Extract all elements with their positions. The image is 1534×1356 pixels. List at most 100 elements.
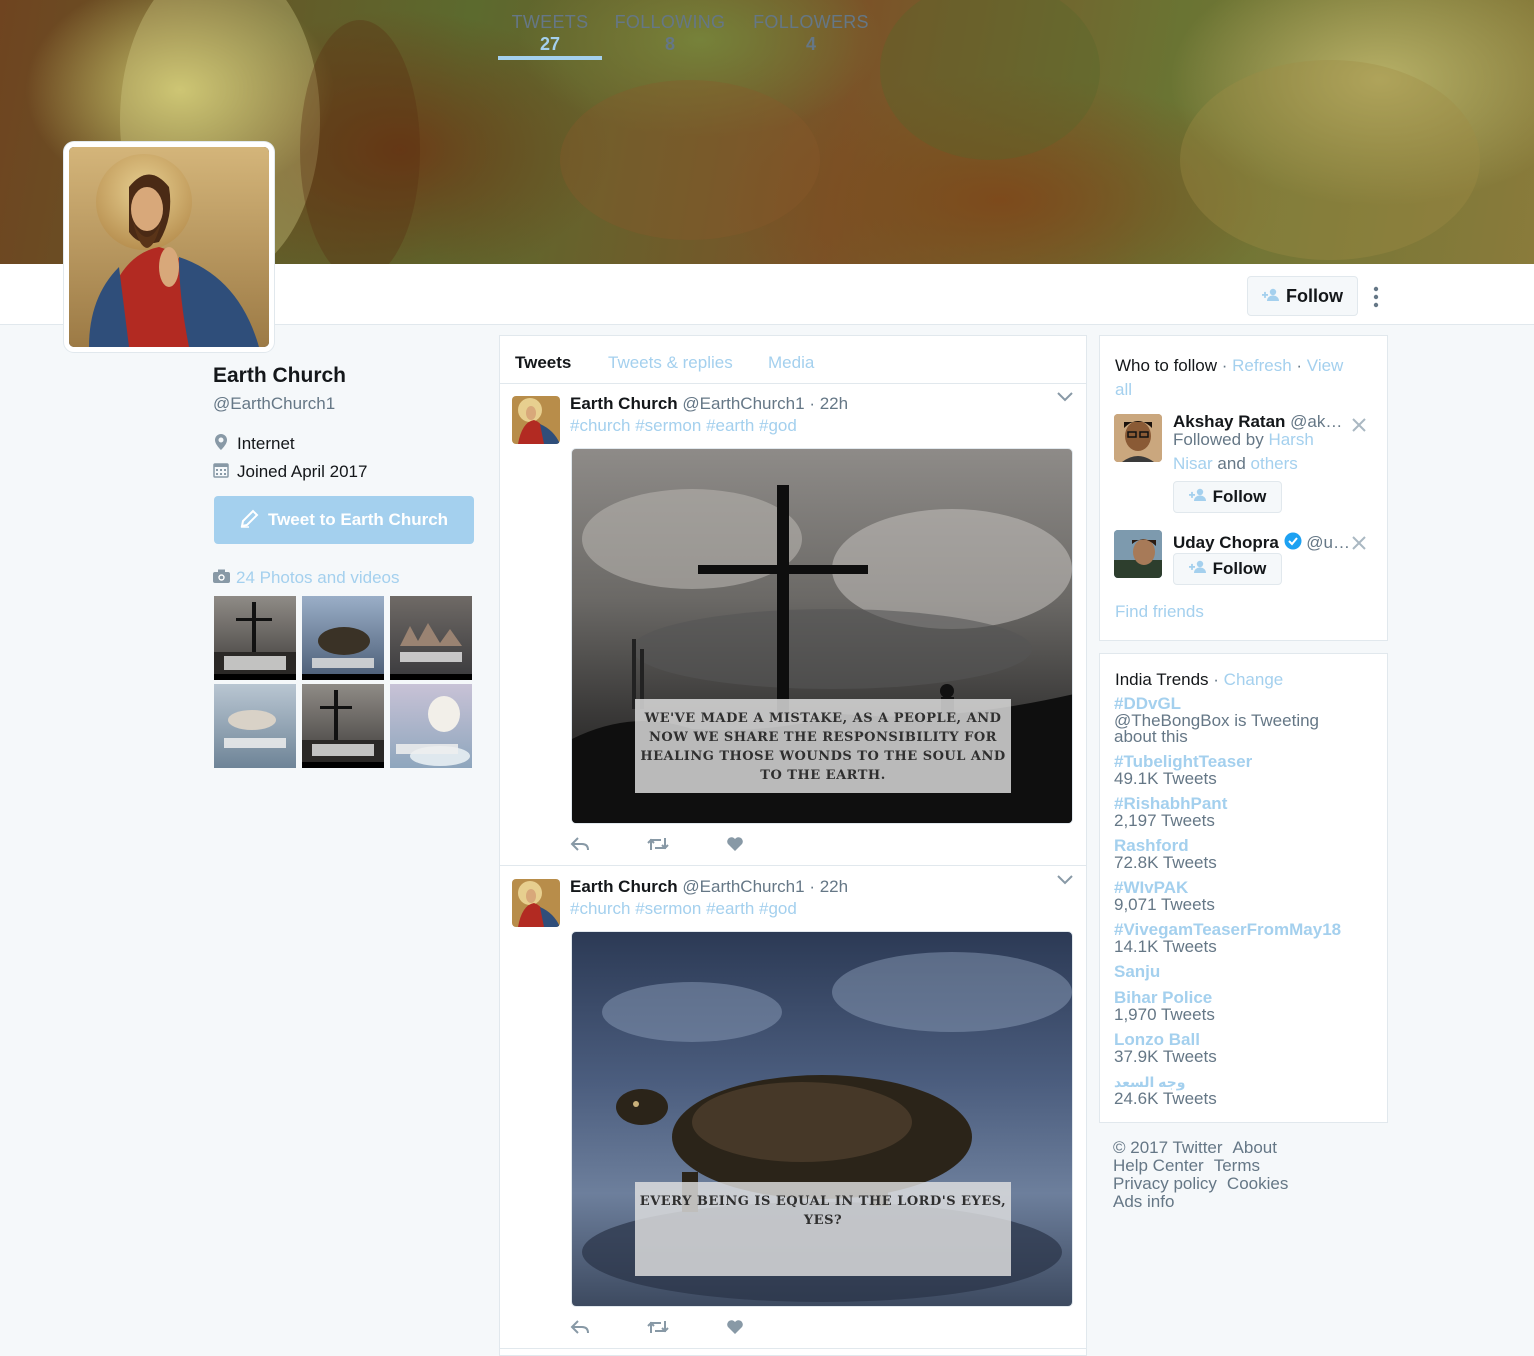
reply-icon[interactable] <box>570 1319 590 1340</box>
tab-tweets-replies[interactable]: Tweets & replies <box>608 353 733 373</box>
nav-followers-count: 4 <box>805 34 816 54</box>
tweet-author-name[interactable]: Earth Church <box>570 394 678 413</box>
suggested-user-handle[interactable]: @u… <box>1306 533 1350 552</box>
tweet-timestamp[interactable]: · 22h <box>809 394 848 413</box>
trend-name[interactable]: Sanju <box>1114 963 1374 981</box>
photo-thumbnail[interactable] <box>390 596 472 680</box>
refresh-link[interactable]: Refresh <box>1232 356 1292 375</box>
location-pin-icon <box>213 434 229 454</box>
footer-ads-link[interactable]: Ads info <box>1113 1192 1174 1211</box>
profile-avatar[interactable] <box>64 142 274 352</box>
photo-thumbnail[interactable] <box>302 596 384 680</box>
trend-item[interactable]: #DDvGL @TheBongBox is Tweeting about thi… <box>1114 695 1374 746</box>
trend-count: 37.9K Tweets <box>1114 1047 1217 1066</box>
footer-about-link[interactable]: About <box>1233 1138 1277 1157</box>
profile-joined: Joined April 2017 <box>213 462 367 482</box>
tweet-hashtags[interactable]: #church #sermon #earth #god <box>570 899 797 919</box>
tab-media[interactable]: Media <box>768 353 814 373</box>
chevron-down-icon[interactable] <box>1056 390 1074 408</box>
tweet-header: Earth Church @EarthChurch1 · 22h <box>570 394 848 414</box>
calendar-icon <box>213 462 229 482</box>
suggested-follow-label: Follow <box>1212 487 1267 506</box>
nav-following[interactable]: FOLLOWING 8 <box>612 12 728 60</box>
trend-context: @TheBongBox is Tweeting about this <box>1114 711 1320 746</box>
tweet-item[interactable]: Earth Church @EarthChurch1 · 22h #church… <box>500 867 1086 1349</box>
tweet-author-handle[interactable]: @EarthChurch1 <box>682 877 804 896</box>
camera-icon <box>213 568 230 588</box>
nav-followers-label: FOLLOWERS <box>753 12 869 32</box>
close-icon[interactable] <box>1352 416 1366 437</box>
tweet-timestamp[interactable]: · 22h <box>809 877 848 896</box>
header-separator: · <box>1208 670 1224 689</box>
who-to-follow-title: Who to follow <box>1115 356 1218 375</box>
trend-item[interactable]: Rashford 72.8K Tweets <box>1114 837 1374 872</box>
footer-help-link[interactable]: Help Center <box>1113 1156 1204 1175</box>
chevron-down-icon[interactable] <box>1056 873 1074 891</box>
trends-card: India Trends · Change #DDvGL @TheBongBox… <box>1099 653 1388 1123</box>
tweet-author-handle[interactable]: @EarthChurch1 <box>682 394 804 413</box>
photo-thumbnail[interactable] <box>390 684 472 768</box>
tweet-author-name[interactable]: Earth Church <box>570 877 678 896</box>
footer-cookies-link[interactable]: Cookies <box>1227 1174 1288 1193</box>
suggested-user-avatar[interactable] <box>1114 530 1162 578</box>
follow-button-label: Follow <box>1286 285 1343 306</box>
verified-badge-icon <box>1284 532 1302 552</box>
photos-videos-link[interactable]: 24 Photos and videos <box>213 568 400 588</box>
trend-item[interactable]: Bihar Police 1,970 Tweets <box>1114 989 1374 1024</box>
add-user-icon <box>1188 559 1207 579</box>
tweet-item[interactable]: Earth Church @EarthChurch1 · 22h #church… <box>500 384 1086 866</box>
tweet-hashtags[interactable]: #church #sermon #earth #god <box>570 416 797 436</box>
more-options-icon[interactable] <box>1368 286 1384 312</box>
followed-by-label: Followed by <box>1173 430 1264 449</box>
nav-tweets-count: 27 <box>539 34 561 54</box>
heart-icon[interactable] <box>726 836 744 857</box>
trend-item[interactable]: #TubelightTeaser 49.1K Tweets <box>1114 753 1374 788</box>
find-friends-link[interactable]: Find friends <box>1115 602 1204 622</box>
trend-item[interactable]: وجه السعد 24.6K Tweets <box>1114 1073 1374 1107</box>
close-icon[interactable] <box>1352 534 1366 555</box>
tweet-to-button[interactable]: Tweet to Earth Church <box>214 496 474 544</box>
photo-thumbnail[interactable] <box>214 684 296 768</box>
photo-thumbnail[interactable] <box>302 684 384 768</box>
trend-item[interactable]: #RishabhPant 2,197 Tweets <box>1114 795 1374 830</box>
tweet-image[interactable]: EVERY BEING IS EQUAL IN THE LORD'S EYES,… <box>571 931 1073 1307</box>
tweet-avatar[interactable] <box>512 396 560 444</box>
retweet-icon[interactable] <box>646 1319 670 1340</box>
nav-tweets[interactable]: TWEETS 27 <box>498 12 602 60</box>
trend-count: 72.8K Tweets <box>1114 853 1217 872</box>
trend-item[interactable]: Lonzo Ball 37.9K Tweets <box>1114 1031 1374 1066</box>
footer-terms-link[interactable]: Terms <box>1214 1156 1260 1175</box>
retweet-icon[interactable] <box>646 836 670 857</box>
trend-item[interactable]: Sanju <box>1114 963 1374 981</box>
suggested-user-avatar[interactable] <box>1114 414 1162 462</box>
photo-thumbnail[interactable] <box>214 596 296 680</box>
tweet-avatar[interactable] <box>512 879 560 927</box>
header-separator: · <box>1217 356 1233 375</box>
trend-item[interactable]: #VivegamTeaserFromMay18 14.1K Tweets <box>1114 921 1374 956</box>
suggested-follow-label: Follow <box>1212 559 1267 578</box>
profile-location: Internet <box>213 434 295 454</box>
reply-icon[interactable] <box>570 836 590 857</box>
nav-followers[interactable]: FOLLOWERS 4 <box>750 12 872 60</box>
trend-count: 2,197 Tweets <box>1114 811 1215 830</box>
suggested-follow-button[interactable]: Follow <box>1173 553 1282 585</box>
tweet-actions <box>570 1319 744 1340</box>
profile-handle[interactable]: @EarthChurch1 <box>213 394 335 414</box>
trend-item[interactable]: #WIvPAK 9,071 Tweets <box>1114 879 1374 914</box>
follow-button[interactable]: Follow <box>1247 276 1358 316</box>
change-trends-link[interactable]: Change <box>1224 670 1284 689</box>
suggested-user-name[interactable]: Uday Chopra <box>1173 533 1279 552</box>
footer-privacy-link[interactable]: Privacy policy <box>1113 1174 1217 1193</box>
suggested-follow-button[interactable]: Follow <box>1173 481 1282 513</box>
others-link[interactable]: others <box>1251 454 1298 473</box>
tweet-image[interactable]: WE'VE MADE A MISTAKE, AS A PEOPLE, AND N… <box>571 448 1073 824</box>
footer-links: © 2017 Twitter About Help Center Terms Pri… <box>1113 1139 1373 1211</box>
suggested-user-name-line[interactable]: Uday Chopra @u… <box>1173 532 1350 553</box>
heart-icon[interactable] <box>726 1319 744 1340</box>
tab-tweets[interactable]: Tweets <box>515 353 571 373</box>
trend-count: 49.1K Tweets <box>1114 769 1217 788</box>
profile-joined-text: Joined April 2017 <box>237 462 368 481</box>
nav-tweets-label: TWEETS <box>511 12 589 32</box>
profile-name[interactable]: Earth Church <box>213 364 346 388</box>
timeline-tabs: Tweets Tweets & replies Media <box>500 336 1086 384</box>
